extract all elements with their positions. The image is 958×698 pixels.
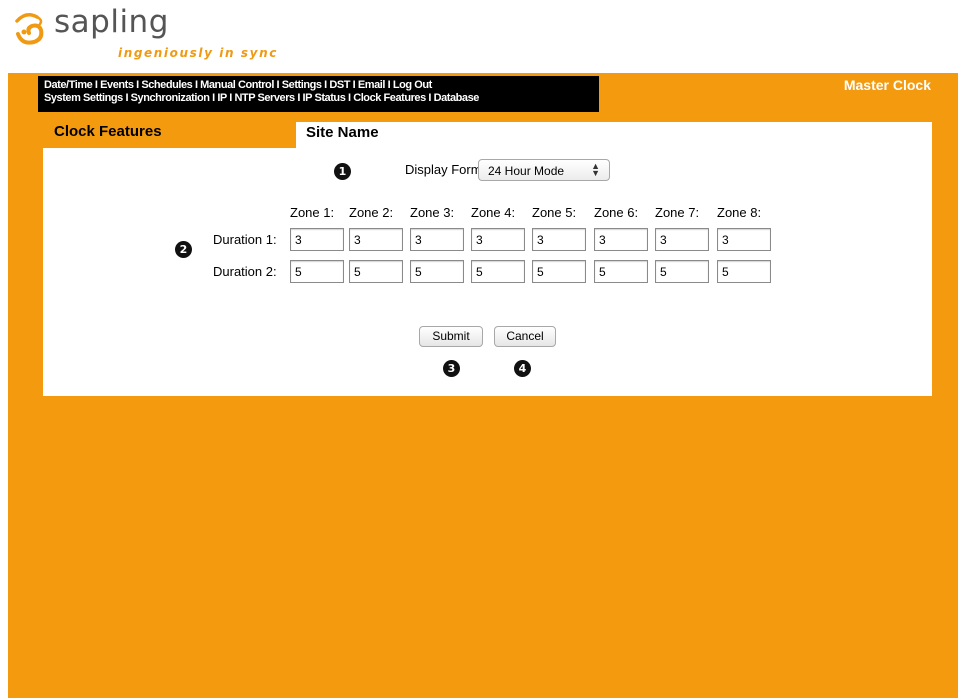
nav-link-email[interactable]: Email	[358, 79, 386, 91]
zone-6-header: Zone 6:	[594, 205, 639, 220]
duration-1-zone-6-input[interactable]	[594, 228, 648, 251]
duration-1-zone-5-input[interactable]	[532, 228, 586, 251]
nav-separator: I	[192, 79, 201, 91]
duration-2-zone-5-input[interactable]	[532, 260, 586, 283]
submit-button[interactable]: Submit	[419, 326, 483, 347]
callout-badge-3: 3	[443, 360, 460, 377]
display-format-value: 24 Hour Mode	[488, 164, 565, 178]
duration-1-zone-1-input[interactable]	[290, 228, 344, 251]
nav-separator: I	[384, 79, 393, 91]
nav-link-ip-status[interactable]: IP Status	[303, 92, 346, 104]
zone-5-header: Zone 5:	[532, 205, 577, 220]
nav-separator: I	[273, 79, 282, 91]
product-title: Master Clock	[843, 77, 931, 93]
cancel-button[interactable]: Cancel	[494, 326, 556, 347]
nav-link-system-settings[interactable]: System Settings	[44, 92, 123, 104]
nav-separator: I	[350, 79, 358, 91]
sapling-swirl-logo-icon	[15, 13, 44, 45]
duration-1-zone-2-input[interactable]	[349, 228, 403, 251]
duration-2-zone-2-input[interactable]	[349, 260, 403, 283]
duration-2-zone-6-input[interactable]	[594, 260, 648, 283]
duration-2-zone-3-input[interactable]	[410, 260, 464, 283]
nav-separator: I	[122, 92, 131, 104]
callout-badge-4: 4	[514, 360, 531, 377]
duration-1-label: Duration 1:	[213, 232, 277, 247]
callout-badge-1: 1	[334, 163, 351, 180]
nav-link-synchronization[interactable]: Synchronization	[131, 92, 210, 104]
duration-1-zone-7-input[interactable]	[655, 228, 709, 251]
nav-separator: I	[92, 79, 101, 91]
duration-2-zone-1-input[interactable]	[290, 260, 344, 283]
nav-separator: I	[425, 92, 434, 104]
nav-link-database[interactable]: Database	[434, 92, 480, 104]
site-name: Site Name	[306, 124, 379, 141]
zone-8-header: Zone 8:	[717, 205, 762, 220]
nav-link-schedules[interactable]: Schedules	[141, 79, 192, 91]
duration-2-zone-8-input[interactable]	[717, 260, 771, 283]
nav-link-clock-features[interactable]: Clock Features	[353, 92, 426, 104]
clock-features-panel: 1 Display Format: 24 Hour Mode ▲ ▼ Zone 1…	[43, 148, 932, 396]
nav-link-ntp-servers[interactable]: NTP Servers	[234, 92, 295, 104]
brand-tagline: ingeniously in sync	[118, 46, 278, 60]
nav-link-date-time[interactable]: Date/Time	[44, 79, 93, 91]
callout-badge-2: 2	[175, 241, 192, 258]
zone-7-header: Zone 7:	[655, 205, 700, 220]
zone-2-header: Zone 2:	[349, 205, 394, 220]
duration-2-label: Duration 2:	[213, 264, 277, 279]
zone-3-header: Zone 3:	[410, 205, 455, 220]
display-format-select[interactable]: 24 Hour Mode ▲ ▼	[478, 159, 610, 181]
duration-1-zone-4-input[interactable]	[471, 228, 525, 251]
zone-1-header: Zone 1:	[290, 205, 335, 220]
duration-2-zone-4-input[interactable]	[471, 260, 525, 283]
nav-link-events[interactable]: Events	[100, 79, 134, 91]
sapling-logo: sapling ingeniously in sync	[10, 4, 310, 66]
nav-link-dst[interactable]: DST	[329, 79, 350, 91]
zone-4-header: Zone 4:	[471, 205, 516, 220]
brand-name: sapling	[54, 4, 169, 40]
nav-link-manual-control[interactable]: Manual Control	[200, 79, 274, 91]
nav-separator: I	[294, 92, 303, 104]
duration-1-zone-3-input[interactable]	[410, 228, 464, 251]
top-navigation: Date/Time I Events I Schedules I Manual …	[38, 76, 599, 112]
nav-row-main: Date/Time I Events I Schedules I Manual …	[44, 79, 593, 92]
nav-link-log-out[interactable]: Log Out	[393, 79, 432, 91]
duration-1-zone-8-input[interactable]	[717, 228, 771, 251]
select-arrows-icon: ▲ ▼	[591, 161, 600, 178]
duration-2-zone-7-input[interactable]	[655, 260, 709, 283]
nav-row-settings: System Settings I Synchronization I IP I…	[44, 92, 593, 105]
site-name-tab: Site Name	[296, 122, 932, 148]
nav-link-ip[interactable]: IP	[217, 92, 227, 104]
nav-link-settings[interactable]: Settings	[282, 79, 322, 91]
section-title: Clock Features	[54, 123, 162, 140]
